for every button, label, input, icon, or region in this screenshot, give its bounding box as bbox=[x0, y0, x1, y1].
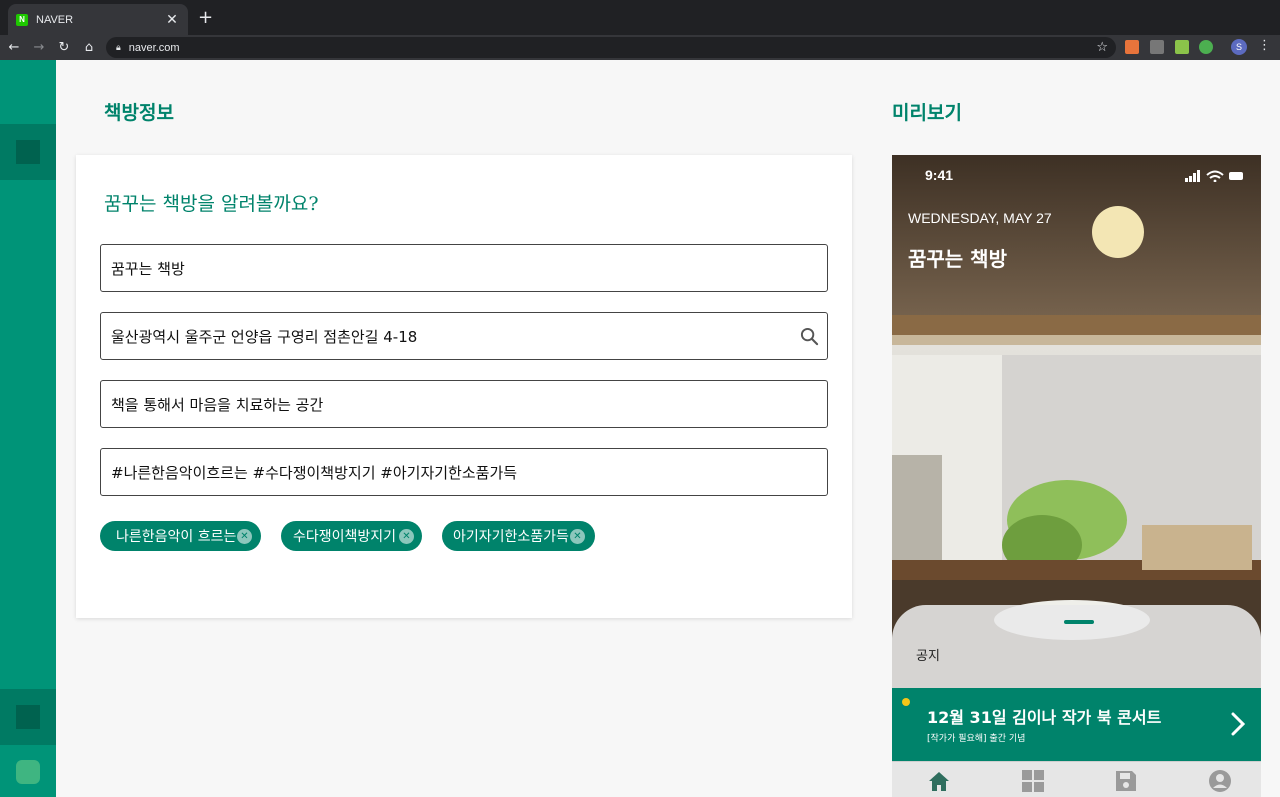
search-icon[interactable] bbox=[791, 327, 827, 346]
address-bar[interactable]: 🔒︎ naver.com ☆ bbox=[106, 37, 1116, 58]
naver-favicon-icon: N bbox=[16, 13, 28, 26]
sidebar-square-icon bbox=[16, 705, 40, 729]
tag-chip[interactable]: 아기자기한소품가득 ✕ bbox=[442, 521, 595, 551]
browser-tab-bar: N NAVER ✕ + bbox=[0, 0, 1280, 35]
sheet-drag-handle[interactable] bbox=[1064, 620, 1094, 624]
back-icon[interactable]: ← bbox=[3, 40, 25, 55]
notice-title: 12월 31일 김이나 작가 북 콘서트 bbox=[927, 708, 1162, 727]
notice-subtitle: [작가가 필요해] 출간 기념 bbox=[927, 734, 1026, 744]
lock-icon: 🔒︎ bbox=[116, 42, 121, 53]
reload-icon[interactable]: ↻ bbox=[53, 40, 75, 55]
hashtag-field[interactable]: #나른한음악이흐르는 #수다쟁이책방지기 #아기자기한소품가득 bbox=[100, 448, 828, 496]
store-name-value: 꿈꾸는 책방 bbox=[111, 259, 185, 278]
extension-icon[interactable] bbox=[1150, 40, 1164, 54]
tab-title: NAVER bbox=[36, 13, 74, 26]
sidebar-item[interactable] bbox=[0, 689, 56, 745]
url-text[interactable]: naver.com bbox=[129, 42, 1097, 54]
new-dot-icon bbox=[902, 698, 910, 706]
address-field[interactable]: 울산광역시 울주군 언양읍 구영리 점촌안길 4-18 bbox=[100, 312, 828, 360]
notice-label: 공지 bbox=[916, 649, 940, 664]
browser-tab[interactable]: N NAVER ✕ bbox=[8, 4, 188, 35]
tab-close-icon[interactable]: ✕ bbox=[164, 12, 180, 28]
tag-chip-label: 아기자기한소품가득 bbox=[453, 529, 569, 545]
tag-chip[interactable]: 수다쟁이책방지기 ✕ bbox=[281, 521, 422, 551]
bookstore-info-card: 꿈꾸는 책방을 알려볼까요? 꿈꾸는 책방 울산광역시 울주군 언양읍 구영리 … bbox=[76, 155, 852, 618]
home-icon[interactable] bbox=[926, 768, 952, 794]
form-heading: 꿈꾸는 책방을 알려볼까요? bbox=[104, 193, 319, 215]
sidebar-item-active[interactable] bbox=[0, 124, 56, 180]
sidebar bbox=[0, 60, 56, 797]
grammarly-extension-icon[interactable] bbox=[1199, 40, 1213, 54]
status-time: 9:41 bbox=[925, 167, 954, 183]
section-title-info: 책방정보 bbox=[104, 102, 174, 124]
extension-icon[interactable] bbox=[1125, 40, 1139, 54]
phone-bottom-nav bbox=[892, 761, 1261, 797]
sidebar-round-icon[interactable] bbox=[16, 760, 40, 784]
bookmark-star-icon[interactable]: ☆ bbox=[1096, 40, 1108, 55]
extension-icon[interactable] bbox=[1175, 40, 1189, 54]
browser-menu-icon[interactable]: ⋮ bbox=[1258, 38, 1271, 53]
account-icon[interactable] bbox=[1207, 768, 1233, 794]
description-field[interactable]: 책을 통해서 마음을 치료하는 공간 bbox=[100, 380, 828, 428]
description-value: 책을 통해서 마음을 치료하는 공간 bbox=[111, 395, 324, 414]
save-icon[interactable] bbox=[1113, 768, 1139, 794]
home-button-icon[interactable]: ⌂ bbox=[78, 40, 100, 55]
chip-remove-icon[interactable]: ✕ bbox=[399, 529, 414, 544]
chevron-right-icon[interactable] bbox=[1231, 712, 1245, 736]
preview-store-name: 꿈꾸는 책방 bbox=[908, 247, 1007, 271]
sidebar-square-icon bbox=[16, 140, 40, 164]
phone-preview: 9:41 WEDNESDAY, MAY 27 꿈꾸는 책방 공지 12월 31일… bbox=[892, 155, 1261, 797]
forward-icon[interactable]: → bbox=[28, 40, 50, 55]
grid-icon[interactable] bbox=[1020, 768, 1046, 794]
notice-banner[interactable]: 12월 31일 김이나 작가 북 콘서트 [작가가 필요해] 출간 기념 bbox=[892, 688, 1261, 761]
section-title-preview: 미리보기 bbox=[892, 102, 962, 124]
profile-avatar[interactable]: S bbox=[1231, 39, 1247, 55]
bottom-sheet: 공지 12월 31일 김이나 작가 북 콘서트 [작가가 필요해] 출간 기념 bbox=[892, 605, 1261, 797]
chip-remove-icon[interactable]: ✕ bbox=[570, 529, 585, 544]
store-name-field[interactable]: 꿈꾸는 책방 bbox=[100, 244, 828, 292]
tag-chip-label: 수다쟁이책방지기 bbox=[293, 529, 397, 545]
tag-chip[interactable]: 나른한음악이 흐르는 ✕ bbox=[100, 521, 261, 551]
hashtag-value: #나른한음악이흐르는 #수다쟁이책방지기 #아기자기한소품가득 bbox=[111, 463, 518, 482]
chip-remove-icon[interactable]: ✕ bbox=[237, 529, 252, 544]
status-icons bbox=[1185, 170, 1243, 182]
tag-chip-label: 나른한음악이 흐르는 bbox=[116, 529, 237, 545]
browser-toolbar: ← → ↻ ⌂ 🔒︎ naver.com ☆ S ⋮ bbox=[0, 35, 1280, 60]
new-tab-icon[interactable]: + bbox=[198, 8, 213, 28]
preview-date: WEDNESDAY, MAY 27 bbox=[908, 210, 1052, 226]
address-value: 울산광역시 울주군 언양읍 구영리 점촌안길 4-18 bbox=[111, 327, 418, 346]
